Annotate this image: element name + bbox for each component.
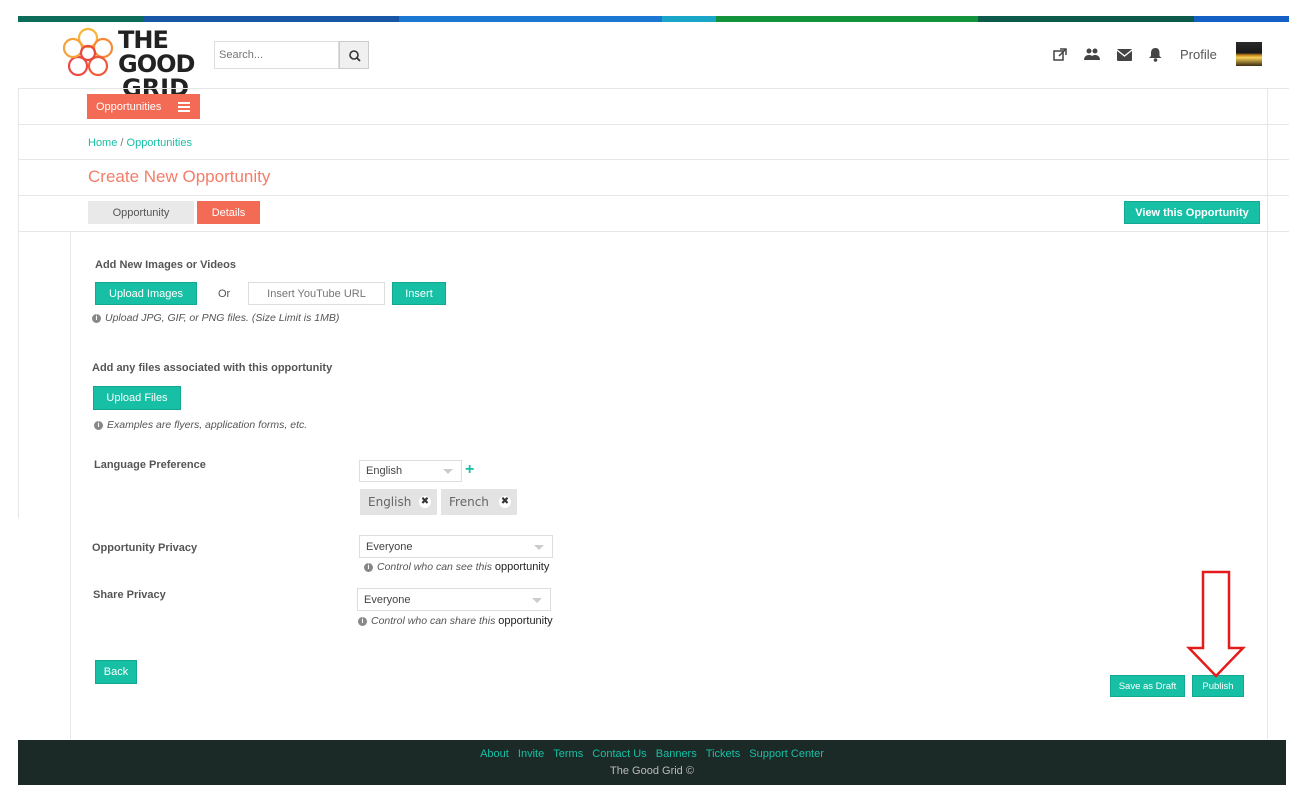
footer-copyright: The Good Grid © [610,765,694,777]
divider [18,88,19,518]
share-privacy-label: Share Privacy [93,589,166,601]
files-heading: Add any files associated with this oppor… [92,362,333,374]
remove-tag-icon[interactable]: ✖ [419,496,431,508]
language-tag: French ✖ [441,489,517,515]
bell-icon[interactable] [1149,47,1162,65]
search-input[interactable] [214,41,339,69]
or-text: Or [218,288,231,300]
language-tag-label: French [449,495,489,509]
view-opportunity-button[interactable]: View this Opportunity [1124,201,1260,224]
footer-link-support[interactable]: Support Center [749,748,824,760]
envelope-icon[interactable] [1116,49,1133,64]
footer-links: About Invite Terms Contact Us Banners Ti… [18,748,1286,760]
breadcrumb-separator: / [117,137,127,149]
files-hint: i Examples are flyers, application forms,… [94,419,307,431]
info-icon: i [94,420,103,430]
footer-link-contact[interactable]: Contact Us [592,748,646,760]
youtube-url-input[interactable] [248,282,385,305]
footer-link-invite[interactable]: Invite [518,748,544,760]
footer: About Invite Terms Contact Us Banners Ti… [18,740,1286,785]
users-icon[interactable] [1084,47,1100,64]
info-icon: i [358,616,367,626]
info-icon: i [364,562,373,572]
divider [18,159,1289,160]
share-privacy-hint-italic: Control who can share this [371,615,496,627]
search-button[interactable] [339,41,369,69]
footer-link-terms[interactable]: Terms [553,748,583,760]
breadcrumb-home[interactable]: Home [88,137,117,149]
insert-button[interactable]: Insert [392,282,446,305]
share-privacy-hint: i Control who can share this opportunity [358,615,553,627]
avatar[interactable] [1236,42,1262,66]
divider [18,124,1289,125]
opportunity-privacy-label: Opportunity Privacy [92,542,198,554]
footer-link-tickets[interactable]: Tickets [706,748,740,760]
save-draft-button[interactable]: Save as Draft [1110,675,1185,697]
divider [18,88,1289,89]
language-label: Language Preference [94,459,206,471]
profile-link[interactable]: Profile [1180,47,1217,62]
opportunity-privacy-value: Everyone [366,540,413,553]
chevron-down-icon [534,544,544,550]
info-icon: i [92,313,101,323]
upload-images-button[interactable]: Upload Images [95,282,197,305]
upload-files-button[interactable]: Upload Files [93,386,181,410]
files-hint-text: Examples are flyers, application forms, … [107,419,308,431]
language-tag-label: English [368,495,412,509]
divider [18,231,1289,232]
media-hint: i Upload JPG, GIF, or PNG files. (Size Li… [92,312,339,324]
opportunities-menu-label: Opportunities [96,100,162,113]
language-select[interactable]: English [359,460,462,482]
external-link-icon[interactable] [1053,48,1067,65]
opportunity-privacy-hint-italic: Control who can see this [377,561,492,573]
remove-tag-icon[interactable]: ✖ [499,496,511,508]
add-language-icon[interactable]: + [465,462,474,478]
opportunities-menu-button[interactable]: Opportunities [87,94,200,119]
footer-link-banners[interactable]: Banners [656,748,697,760]
divider [18,195,1289,196]
chevron-down-icon [532,597,542,603]
page-title: Create New Opportunity [88,167,271,186]
media-heading: Add New Images or Videos [95,259,237,271]
tab-details[interactable]: Details [197,201,260,224]
search-icon [349,50,361,62]
logo[interactable]: THE GOOD GRID [60,26,200,100]
top-color-strip [18,16,1289,22]
tab-details-label: Details [211,206,246,219]
share-privacy-value: Everyone [364,593,411,606]
language-tag: English ✖ [360,489,437,515]
opportunity-privacy-hint: i Control who can see this opportunity [364,561,549,573]
breadcrumb: Home / Opportunities [88,137,192,149]
search-box [214,41,369,69]
annotation-arrow-icon [1186,570,1246,678]
breadcrumb-current[interactable]: Opportunities [127,137,192,149]
divider [70,231,71,739]
language-select-value: English [366,465,403,477]
media-hint-text: Upload JPG, GIF, or PNG files. (Size Lim… [105,312,340,324]
divider [1267,88,1268,739]
opportunity-privacy-select[interactable]: Everyone [359,535,553,558]
chevron-down-icon [443,469,453,474]
logo-text-top: THE GOOD [118,26,195,78]
hamburger-icon [178,102,190,112]
back-button[interactable]: Back [95,660,137,684]
logo-flower-icon [62,27,114,77]
share-privacy-hint-plain: opportunity [498,615,553,627]
tab-opportunity-label: Opportunity [112,206,170,219]
opportunity-privacy-hint-plain: opportunity [494,561,550,573]
tab-opportunity[interactable]: Opportunity [88,201,194,224]
footer-link-about[interactable]: About [480,748,509,760]
share-privacy-select[interactable]: Everyone [357,588,551,611]
